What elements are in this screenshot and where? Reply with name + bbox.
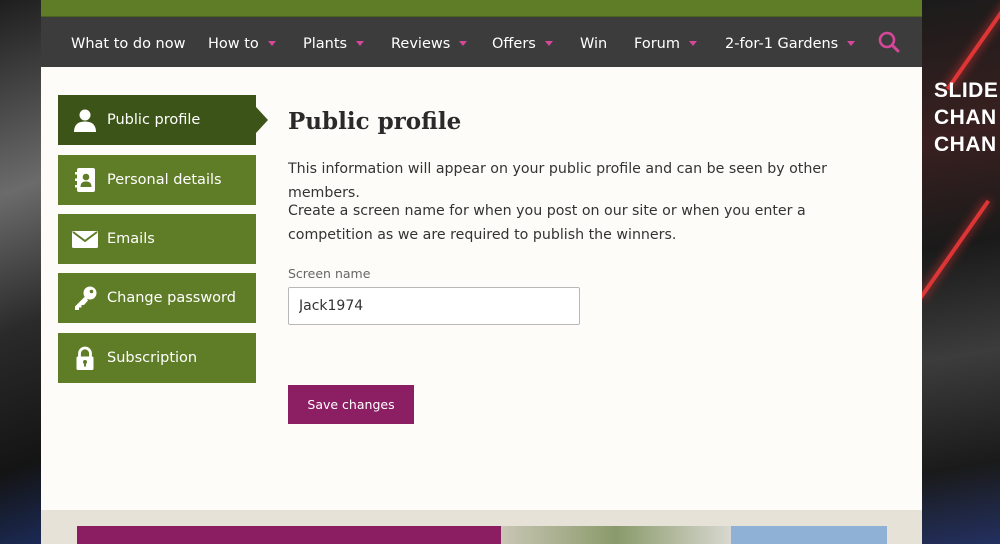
intro-text: This information will appear on your pub… <box>288 161 827 201</box>
sidebar-item-personal-details[interactable]: Personal details <box>58 155 256 205</box>
nav-item-label: Offers <box>492 36 536 52</box>
screen-name-label: Screen name <box>288 266 371 281</box>
nav-item-win[interactable]: Win <box>580 17 607 67</box>
promo-image <box>501 526 731 544</box>
ad-line: CHAN <box>934 133 997 156</box>
sidebar-item-public-profile[interactable]: Public profile <box>58 95 268 145</box>
nav-item-label: Plants <box>303 36 348 52</box>
address-book-icon <box>75 168 95 192</box>
ad-line: CHAN <box>934 106 997 129</box>
sidebar-item-label: Emails <box>107 231 155 247</box>
nav-item-offers[interactable]: Offers <box>492 17 553 67</box>
ad-headline: SLIDE CHAN CHAN <box>934 77 1000 158</box>
search-icon <box>878 31 900 53</box>
ad-line: SLIDE <box>934 79 999 102</box>
sidebar-item-change-password[interactable]: Change password <box>58 273 256 323</box>
top-bar <box>41 0 922 17</box>
chevron-down-icon <box>544 41 553 46</box>
chevron-down-icon <box>847 41 856 46</box>
page-container: What to do now How to Plants Reviews Off… <box>41 0 922 544</box>
screen-name-input[interactable] <box>288 287 580 325</box>
ad-banner-right[interactable]: SLIDE CHAN CHAN <box>922 0 1000 544</box>
chevron-down-icon <box>267 41 276 46</box>
nav-item-forum[interactable]: Forum <box>634 17 697 67</box>
sidebar-item-label: Subscription <box>107 350 198 366</box>
promo-banner[interactable] <box>77 526 887 544</box>
chevron-down-icon <box>356 41 365 46</box>
chevron-down-icon <box>688 41 697 46</box>
nav-item-label: How to <box>208 36 259 52</box>
search-button[interactable] <box>877 30 901 54</box>
save-changes-button[interactable]: Save changes <box>288 385 414 424</box>
sidebar-item-label: Public profile <box>107 112 201 128</box>
key-icon <box>75 286 97 310</box>
sidebar-item-label: Personal details <box>107 172 222 188</box>
promo-image-sky <box>731 526 887 544</box>
sidebar-item-emails[interactable]: Emails <box>58 214 256 264</box>
nav-item-what-to-do-now[interactable]: What to do now <box>71 17 185 67</box>
background-left-panel <box>0 0 41 544</box>
nav-item-2-for-1-gardens[interactable]: 2-for-1 Gardens <box>725 17 856 67</box>
nav-item-plants[interactable]: Plants <box>303 17 365 67</box>
envelope-icon <box>72 231 98 248</box>
nav-item-reviews[interactable]: Reviews <box>391 17 468 67</box>
chevron-down-icon <box>459 41 468 46</box>
nav-item-how-to[interactable]: How to <box>208 17 276 67</box>
nav-item-label: Win <box>580 36 608 52</box>
sidebar-item-label: Change password <box>107 290 236 306</box>
nav-item-label: What to do now <box>71 36 186 52</box>
main-nav: What to do now How to Plants Reviews Off… <box>41 17 922 67</box>
ad-neon-stripe <box>922 199 991 301</box>
nav-item-label: Reviews <box>391 36 451 52</box>
lock-icon <box>76 346 94 370</box>
sidebar-item-subscription[interactable]: Subscription <box>58 333 256 383</box>
nav-item-label: 2-for-1 Gardens <box>725 36 839 52</box>
instructions-text: Create a screen name for when you post o… <box>288 203 806 243</box>
nav-item-label: Forum <box>634 36 680 52</box>
page-title: Public profile <box>288 108 462 135</box>
person-icon <box>74 109 96 132</box>
